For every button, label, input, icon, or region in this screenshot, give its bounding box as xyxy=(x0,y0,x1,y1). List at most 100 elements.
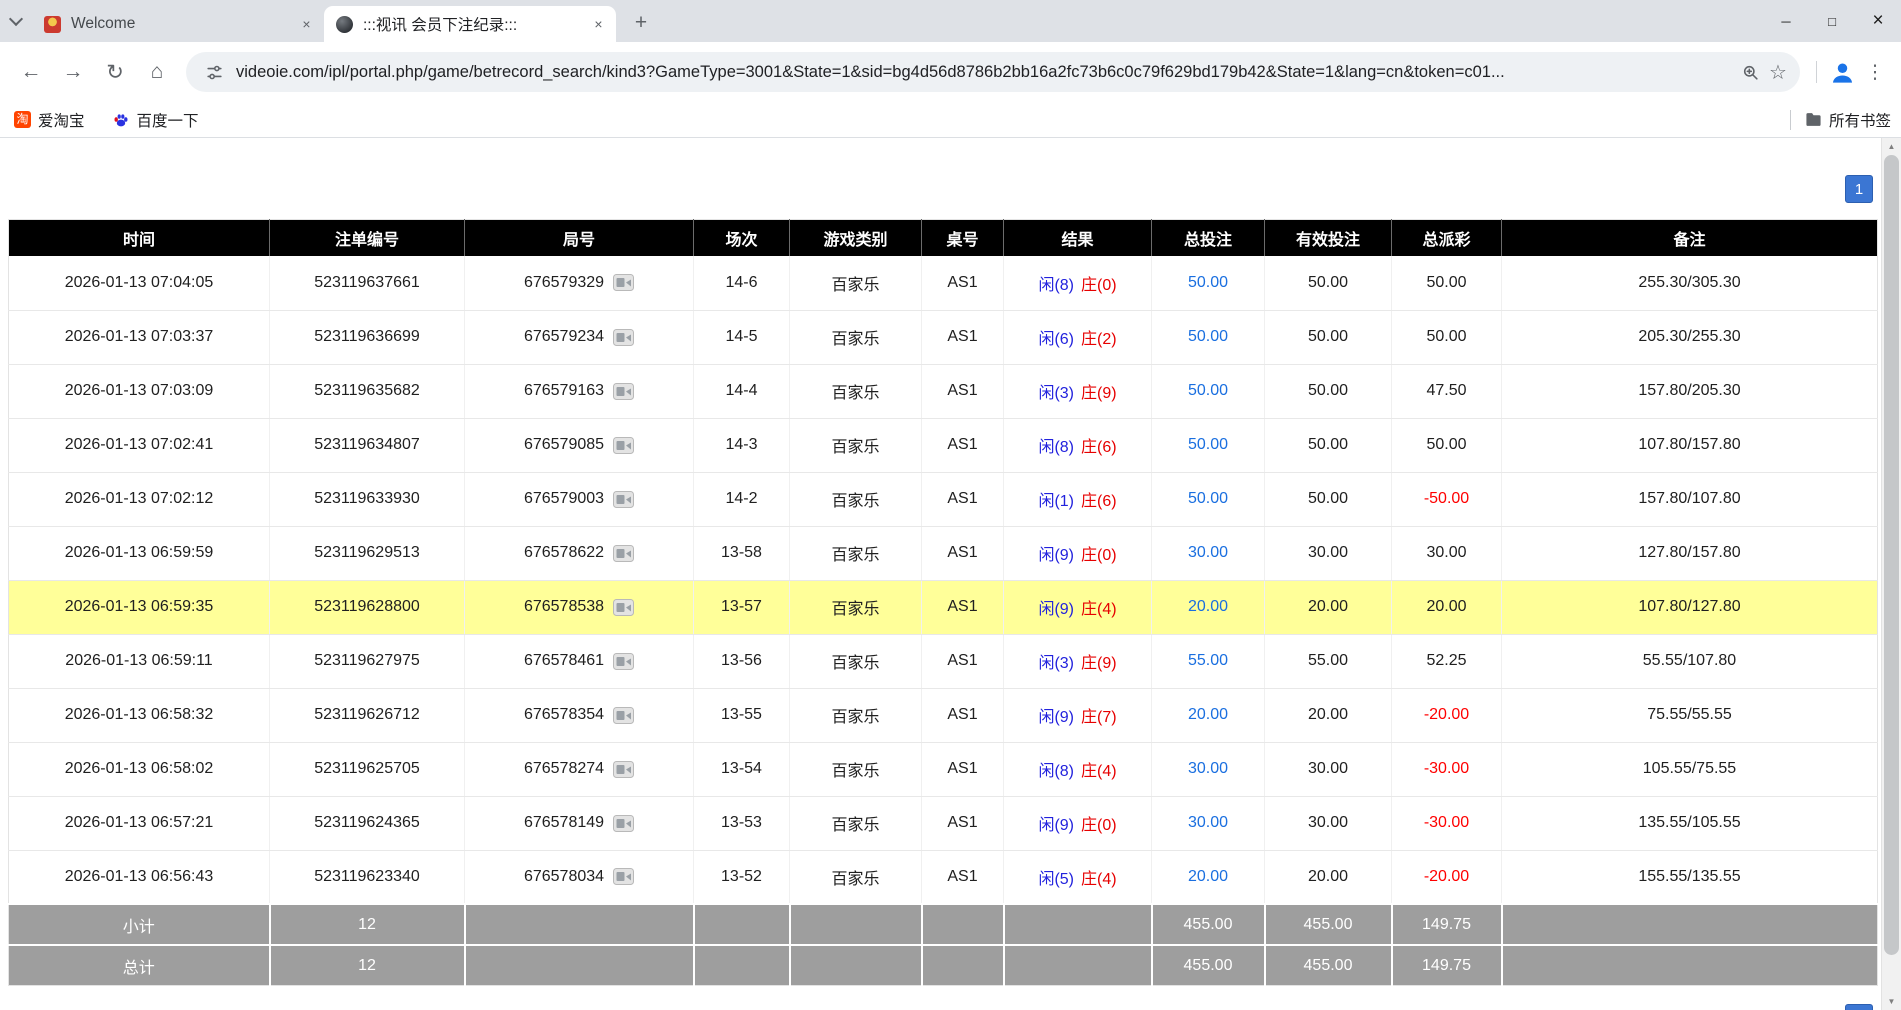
bet-number-cell: 523119633930 xyxy=(270,472,465,526)
column-header: 总投注 xyxy=(1152,220,1265,257)
bet-record-row[interactable]: 2026-01-13 07:04:05523119637661676579329… xyxy=(9,256,1878,310)
bet-record-row[interactable]: 2026-01-13 06:56:43523119623340676578034… xyxy=(9,850,1878,904)
total-bet-link[interactable]: 20.00 xyxy=(1188,868,1228,885)
time-cell: 2026-01-13 06:58:32 xyxy=(9,688,270,742)
banker-result: 庄(9) xyxy=(1081,385,1117,402)
footer-empty-cell xyxy=(1502,945,1878,986)
total-bet-link[interactable]: 30.00 xyxy=(1188,814,1228,831)
column-header: 局号 xyxy=(465,220,694,257)
all-bookmarks-button[interactable]: 所有书签 xyxy=(1829,109,1891,131)
video-replay-icon[interactable] xyxy=(613,868,634,885)
total-bet-cell: 50.00 xyxy=(1152,418,1265,472)
total-bet-link[interactable]: 50.00 xyxy=(1188,436,1228,453)
banker-result: 庄(6) xyxy=(1081,439,1117,456)
bookmark-aitaobao[interactable]: 淘 爱淘宝 xyxy=(14,109,85,131)
footer-empty-cell xyxy=(465,945,694,986)
game-type-cell: 百家乐 xyxy=(790,256,922,310)
forward-button[interactable]: → xyxy=(54,53,92,91)
url-text[interactable]: videoie.com/ipl/portal.php/game/betrecor… xyxy=(236,63,1726,82)
payout-cell: -50.00 xyxy=(1392,472,1502,526)
table-number-cell: AS1 xyxy=(922,688,1004,742)
total-bet-link[interactable]: 50.00 xyxy=(1188,490,1228,507)
bookmark-label: 爱淘宝 xyxy=(38,109,85,131)
video-replay-icon[interactable] xyxy=(613,437,634,454)
time-cell: 2026-01-13 06:58:02 xyxy=(9,742,270,796)
total-bet-link[interactable]: 50.00 xyxy=(1188,382,1228,399)
remark-cell: 55.55/107.80 xyxy=(1502,634,1878,688)
player-result: 闲(9) xyxy=(1038,547,1074,564)
video-replay-icon[interactable] xyxy=(613,653,634,670)
video-replay-icon[interactable] xyxy=(613,707,634,724)
round-number-cell: 676578538 xyxy=(465,580,694,634)
remark-cell: 255.30/305.30 xyxy=(1502,256,1878,310)
bet-record-row[interactable]: 2026-01-13 07:03:37523119636699676579234… xyxy=(9,310,1878,364)
video-replay-icon[interactable] xyxy=(613,274,634,291)
valid-bet-cell: 50.00 xyxy=(1265,310,1392,364)
toolbar-divider xyxy=(1816,61,1817,83)
page-scrollbar[interactable]: ▲ ▼ xyxy=(1881,138,1901,1010)
session-cell: 14-3 xyxy=(694,418,790,472)
footer-empty-cell xyxy=(1502,904,1878,945)
video-replay-icon[interactable] xyxy=(613,761,634,778)
valid-bet-cell: 55.00 xyxy=(1265,634,1392,688)
scroll-up-icon[interactable]: ▲ xyxy=(1882,138,1901,155)
total-bet-cell: 50.00 xyxy=(1152,472,1265,526)
bet-record-row[interactable]: 2026-01-13 06:59:35523119628800676578538… xyxy=(9,580,1878,634)
total-bet-link[interactable]: 55.00 xyxy=(1188,652,1228,669)
bet-record-row[interactable]: 2026-01-13 07:03:09523119635682676579163… xyxy=(9,364,1878,418)
table-header-row: 时间注单编号局号场次游戏类别桌号结果总投注有效投注总派彩备注 xyxy=(9,220,1878,257)
url-bar[interactable]: videoie.com/ipl/portal.php/game/betrecor… xyxy=(186,52,1800,92)
bet-record-row[interactable]: 2026-01-13 06:58:32523119626712676578354… xyxy=(9,688,1878,742)
bet-record-row[interactable]: 2026-01-13 07:02:12523119633930676579003… xyxy=(9,472,1878,526)
video-replay-icon[interactable] xyxy=(613,329,634,346)
tab-bet-records[interactable]: :::视讯 会员下注纪录::: × xyxy=(324,6,616,42)
site-info-icon[interactable] xyxy=(200,58,228,86)
payout-cell: 50.00 xyxy=(1392,310,1502,364)
total-bet-link[interactable]: 50.00 xyxy=(1188,274,1228,291)
player-result: 闲(8) xyxy=(1038,277,1074,294)
bookmark-star-icon[interactable]: ☆ xyxy=(1764,58,1792,86)
total-bet-link[interactable]: 30.00 xyxy=(1188,544,1228,561)
total-bet-link[interactable]: 20.00 xyxy=(1188,706,1228,723)
scroll-down-icon[interactable]: ▼ xyxy=(1882,993,1901,1010)
profile-icon[interactable] xyxy=(1825,55,1859,89)
pagination-button-bottom[interactable]: 1 xyxy=(1845,1004,1873,1010)
minimize-button[interactable]: ─ xyxy=(1763,0,1809,42)
close-button[interactable]: × xyxy=(1855,0,1901,42)
tab-welcome[interactable]: Welcome × xyxy=(32,6,324,42)
pagination-button-top[interactable]: 1 xyxy=(1845,175,1873,203)
scrollbar-thumb[interactable] xyxy=(1884,155,1899,955)
session-cell: 13-54 xyxy=(694,742,790,796)
total-bet-link[interactable]: 50.00 xyxy=(1188,328,1228,345)
new-tab-button[interactable]: + xyxy=(626,8,656,38)
tab-close-icon[interactable]: × xyxy=(297,15,316,34)
video-replay-icon[interactable] xyxy=(613,815,634,832)
bet-record-row[interactable]: 2026-01-13 06:59:59523119629513676578622… xyxy=(9,526,1878,580)
back-button[interactable]: ← xyxy=(12,53,50,91)
bet-record-row[interactable]: 2026-01-13 06:57:21523119624365676578149… xyxy=(9,796,1878,850)
time-cell: 2026-01-13 06:56:43 xyxy=(9,850,270,904)
total-bet-link[interactable]: 20.00 xyxy=(1188,598,1228,615)
folder-icon xyxy=(1805,112,1822,127)
maximize-button[interactable]: □ xyxy=(1809,0,1855,42)
menu-icon[interactable]: ⋮ xyxy=(1859,53,1891,91)
taobao-icon: 淘 xyxy=(14,111,31,128)
zoom-icon[interactable] xyxy=(1736,58,1764,86)
video-replay-icon[interactable] xyxy=(613,545,634,562)
tab-search-button[interactable] xyxy=(0,0,32,42)
bet-record-row[interactable]: 2026-01-13 06:58:02523119625705676578274… xyxy=(9,742,1878,796)
total-bet-link[interactable]: 30.00 xyxy=(1188,760,1228,777)
payout-cell: -20.00 xyxy=(1392,688,1502,742)
video-replay-icon[interactable] xyxy=(613,383,634,400)
video-replay-icon[interactable] xyxy=(613,491,634,508)
video-replay-icon[interactable] xyxy=(613,599,634,616)
bookmark-baidu[interactable]: 百度一下 xyxy=(113,109,199,131)
table-number-cell: AS1 xyxy=(922,742,1004,796)
result-cell: 闲(8)庄(4) xyxy=(1004,742,1152,796)
time-cell: 2026-01-13 06:59:11 xyxy=(9,634,270,688)
bet-record-row[interactable]: 2026-01-13 06:59:11523119627975676578461… xyxy=(9,634,1878,688)
tab-close-icon[interactable]: × xyxy=(589,15,608,34)
reload-button[interactable]: ↻ xyxy=(96,53,134,91)
bet-record-row[interactable]: 2026-01-13 07:02:41523119634807676579085… xyxy=(9,418,1878,472)
home-button[interactable]: ⌂ xyxy=(138,53,176,91)
